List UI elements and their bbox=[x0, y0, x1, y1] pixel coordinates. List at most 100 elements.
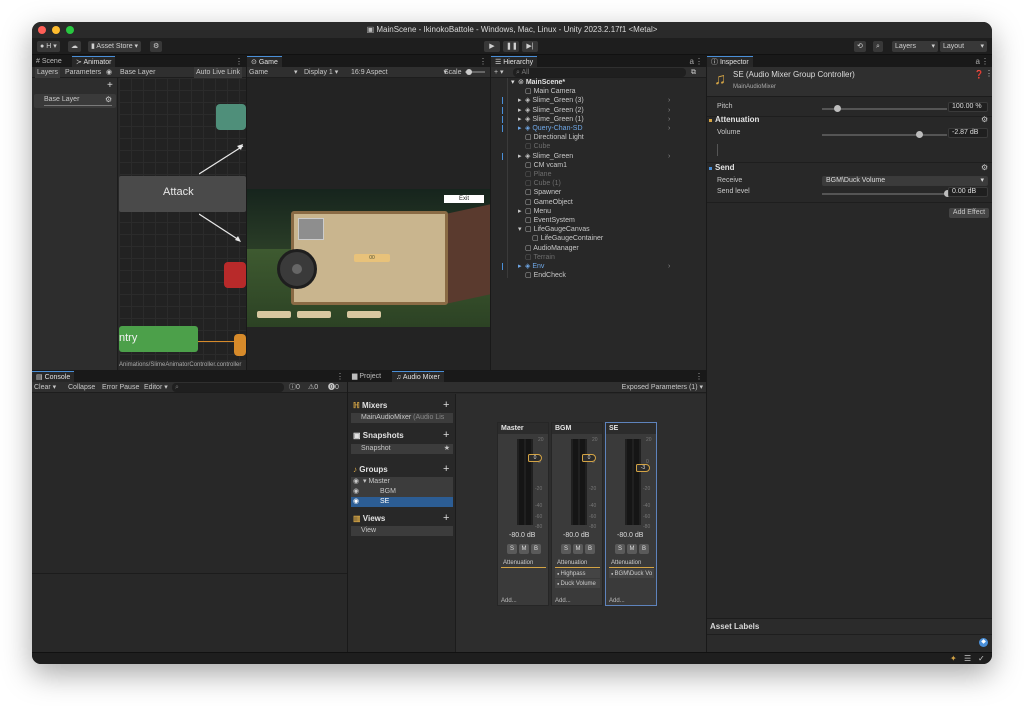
expand-arrow-icon[interactable]: ▸ bbox=[518, 124, 525, 133]
scale-slider-knob[interactable] bbox=[466, 69, 472, 75]
mixer-strip[interactable]: Master 20 0 -20 -40 -60 -80 0 -80.0 dB S M B Attenua… bbox=[497, 422, 549, 606]
hierarchy-item[interactable]: ▸ ◈ Slime_Green (3) › bbox=[502, 96, 670, 105]
volume-fader[interactable]: 0 bbox=[582, 453, 596, 462]
open-prefab-chevron-icon[interactable]: › bbox=[668, 124, 670, 133]
hierarchy-item[interactable]: ▢ AudioManager bbox=[518, 244, 579, 253]
group-item-master[interactable]: ◉ ▾ Master bbox=[351, 477, 453, 487]
star-icon[interactable]: ★ bbox=[444, 444, 450, 454]
group-item-se[interactable]: ◉ SE bbox=[351, 497, 453, 507]
add-group-icon[interactable]: + bbox=[443, 463, 449, 475]
effect-slot[interactable]: Attenuation bbox=[609, 559, 654, 568]
hierarchy-item[interactable]: ▢ LifeGaugeContainer bbox=[525, 234, 603, 243]
add-view-icon[interactable]: + bbox=[443, 512, 449, 524]
add-snapshot-icon[interactable]: + bbox=[443, 429, 449, 441]
add-layer-icon[interactable]: + bbox=[107, 80, 113, 91]
snapshot-item[interactable]: Snapshot ★ bbox=[351, 444, 453, 454]
hierarchy-panel-menu-icon[interactable]: ⋮ bbox=[695, 56, 703, 67]
aspect-dropdown[interactable]: 16:9 Aspect ▾ bbox=[351, 67, 447, 78]
hierarchy-item[interactable]: ▸ ▢ Menu bbox=[518, 207, 551, 216]
inspector-lock-icon[interactable]: a bbox=[976, 56, 980, 67]
eye-icon[interactable]: ◉ bbox=[106, 67, 112, 78]
tab-animator[interactable]: ≻ Animator bbox=[72, 56, 116, 67]
create-object-button[interactable]: + ▾ bbox=[494, 67, 504, 78]
group-item-bgm[interactable]: ◉ BGM bbox=[351, 487, 453, 497]
hierarchy-item[interactable]: ▸ ◈ Env › bbox=[502, 262, 670, 271]
expand-arrow-icon[interactable]: ▸ bbox=[518, 115, 525, 124]
account-button[interactable]: ● H ▾ bbox=[37, 41, 60, 52]
open-prefab-chevron-icon[interactable]: › bbox=[668, 96, 670, 105]
tab-project[interactable]: ▆ Project bbox=[348, 371, 385, 382]
volume-fader[interactable]: 0 bbox=[528, 453, 542, 462]
tab-inspector[interactable]: ⓘ Inspector bbox=[707, 56, 753, 67]
bypass-button[interactable]: B bbox=[639, 544, 649, 554]
hierarchy-item[interactable]: ▸ ◈ Slime_Green › bbox=[502, 152, 670, 161]
parameters-tab[interactable]: Parameters bbox=[65, 67, 101, 78]
open-prefab-chevron-icon[interactable]: › bbox=[668, 115, 670, 124]
hierarchy-item[interactable]: ▸ ◈ Query-Chan-SD › bbox=[502, 124, 670, 133]
solo-button[interactable]: S bbox=[507, 544, 517, 554]
open-prefab-chevron-icon[interactable]: › bbox=[668, 106, 670, 115]
asset-label-tag-icon[interactable]: ◆ bbox=[979, 638, 988, 647]
state-node-orange[interactable] bbox=[234, 334, 246, 356]
layers-dropdown[interactable]: Layers ▾ bbox=[892, 41, 938, 52]
hierarchy-scene-root[interactable]: ▾ ⊚ MainScene* bbox=[511, 78, 565, 87]
close-window-button[interactable] bbox=[38, 26, 46, 34]
send-level-field[interactable]: 0.00 dB bbox=[948, 187, 988, 197]
expand-arrow-icon[interactable]: ▸ bbox=[518, 96, 525, 105]
auto-live-link-button[interactable]: Auto Live Link bbox=[194, 67, 242, 78]
hierarchy-search-input[interactable]: ⌕ All bbox=[513, 68, 686, 77]
volume-fader[interactable]: -3 bbox=[636, 464, 650, 473]
eye-icon[interactable]: ◉ bbox=[353, 497, 359, 507]
state-node-entry[interactable]: ntry bbox=[119, 326, 198, 352]
view-item[interactable]: View bbox=[351, 526, 453, 536]
volume-slider[interactable] bbox=[822, 134, 947, 136]
layer-settings-gear-icon[interactable]: ⚙ bbox=[105, 95, 112, 104]
open-prefab-chevron-icon[interactable]: › bbox=[668, 152, 670, 161]
mute-button[interactable]: M bbox=[519, 544, 529, 554]
receive-dropdown[interactable]: BGM\Duck Volume ▾ bbox=[822, 176, 988, 186]
add-effect-slot[interactable]: Add... bbox=[609, 598, 625, 604]
bottom-button-2[interactable] bbox=[297, 311, 331, 318]
search-button[interactable]: ⌕ bbox=[873, 41, 883, 52]
hierarchy-item[interactable]: ▢ CM vcam1 bbox=[518, 161, 567, 170]
add-effect-slot[interactable]: Add... bbox=[501, 598, 517, 604]
package-button[interactable]: ⚙ bbox=[150, 41, 163, 52]
error-count-toggle[interactable]: ⓿0 bbox=[328, 382, 339, 393]
mixer-strip[interactable]: BGM 20 0 -20 -40 -60 -80 0 -80.0 dB S M B Attenuatio… bbox=[551, 422, 603, 606]
hierarchy-item[interactable]: ▸ ◈ Slime_Green (1) › bbox=[502, 115, 670, 124]
exposed-parameters-dropdown[interactable]: Exposed Parameters (1) ▾ bbox=[622, 384, 703, 391]
effect-slot[interactable]: Attenuation bbox=[555, 559, 600, 568]
state-node-teal[interactable] bbox=[216, 104, 246, 130]
game-viewport[interactable]: 00 Exit bbox=[247, 189, 490, 327]
send-level-slider[interactable] bbox=[822, 193, 947, 195]
animator-graph[interactable]: Attack ntry bbox=[119, 78, 246, 360]
bypass-button[interactable]: B bbox=[585, 544, 595, 554]
attenuation-gear-icon[interactable]: ⚙ bbox=[981, 115, 988, 124]
expand-arrow-icon[interactable]: ▾ bbox=[518, 225, 525, 234]
mixer-panel-menu-icon[interactable]: ⋮ bbox=[695, 371, 703, 382]
help-icon[interactable]: ❓ bbox=[974, 70, 984, 79]
collapse-button[interactable]: Collapse bbox=[68, 382, 95, 393]
layout-dropdown[interactable]: Layout ▾ bbox=[940, 41, 987, 52]
hierarchy-item[interactable]: ▢ Main Camera bbox=[518, 87, 576, 96]
inspector-panel-menu-icon[interactable]: ⋮ bbox=[981, 56, 989, 67]
volume-field[interactable]: -2.87 dB bbox=[948, 128, 988, 138]
volume-slider-knob[interactable] bbox=[916, 131, 923, 138]
tab-audio-mixer[interactable]: ♫ Audio Mixer bbox=[392, 371, 444, 382]
tab-console[interactable]: ▤ Console bbox=[32, 371, 75, 382]
solo-button[interactable]: S bbox=[561, 544, 571, 554]
hierarchy-item[interactable]: ▢ Spawner bbox=[518, 188, 561, 197]
hierarchy-item[interactable]: ▾ ▢ LifeGaugeCanvas bbox=[518, 225, 590, 234]
layer-item-base[interactable]: Base Layer ⚙ bbox=[34, 94, 116, 108]
step-button[interactable]: ▶| bbox=[522, 41, 538, 52]
game-mode-dropdown[interactable]: Game ▾ bbox=[249, 67, 298, 78]
cloud-button[interactable]: ☁ bbox=[68, 41, 81, 52]
check-icon[interactable]: ✓ bbox=[978, 654, 985, 663]
hierarchy-item[interactable]: ▸ ◈ Slime_Green (2) › bbox=[502, 106, 670, 115]
cache-icon[interactable]: ☰ bbox=[964, 654, 971, 663]
bottom-button-1[interactable] bbox=[257, 311, 291, 318]
component-menu-icon[interactable]: ⋮ bbox=[985, 69, 992, 78]
effect-slot[interactable]: Attenuation bbox=[501, 559, 546, 568]
console-search-input[interactable]: ⌕ bbox=[172, 383, 284, 392]
mixer-item-main[interactable]: MainAudioMixer (Audio Lis bbox=[351, 413, 453, 423]
